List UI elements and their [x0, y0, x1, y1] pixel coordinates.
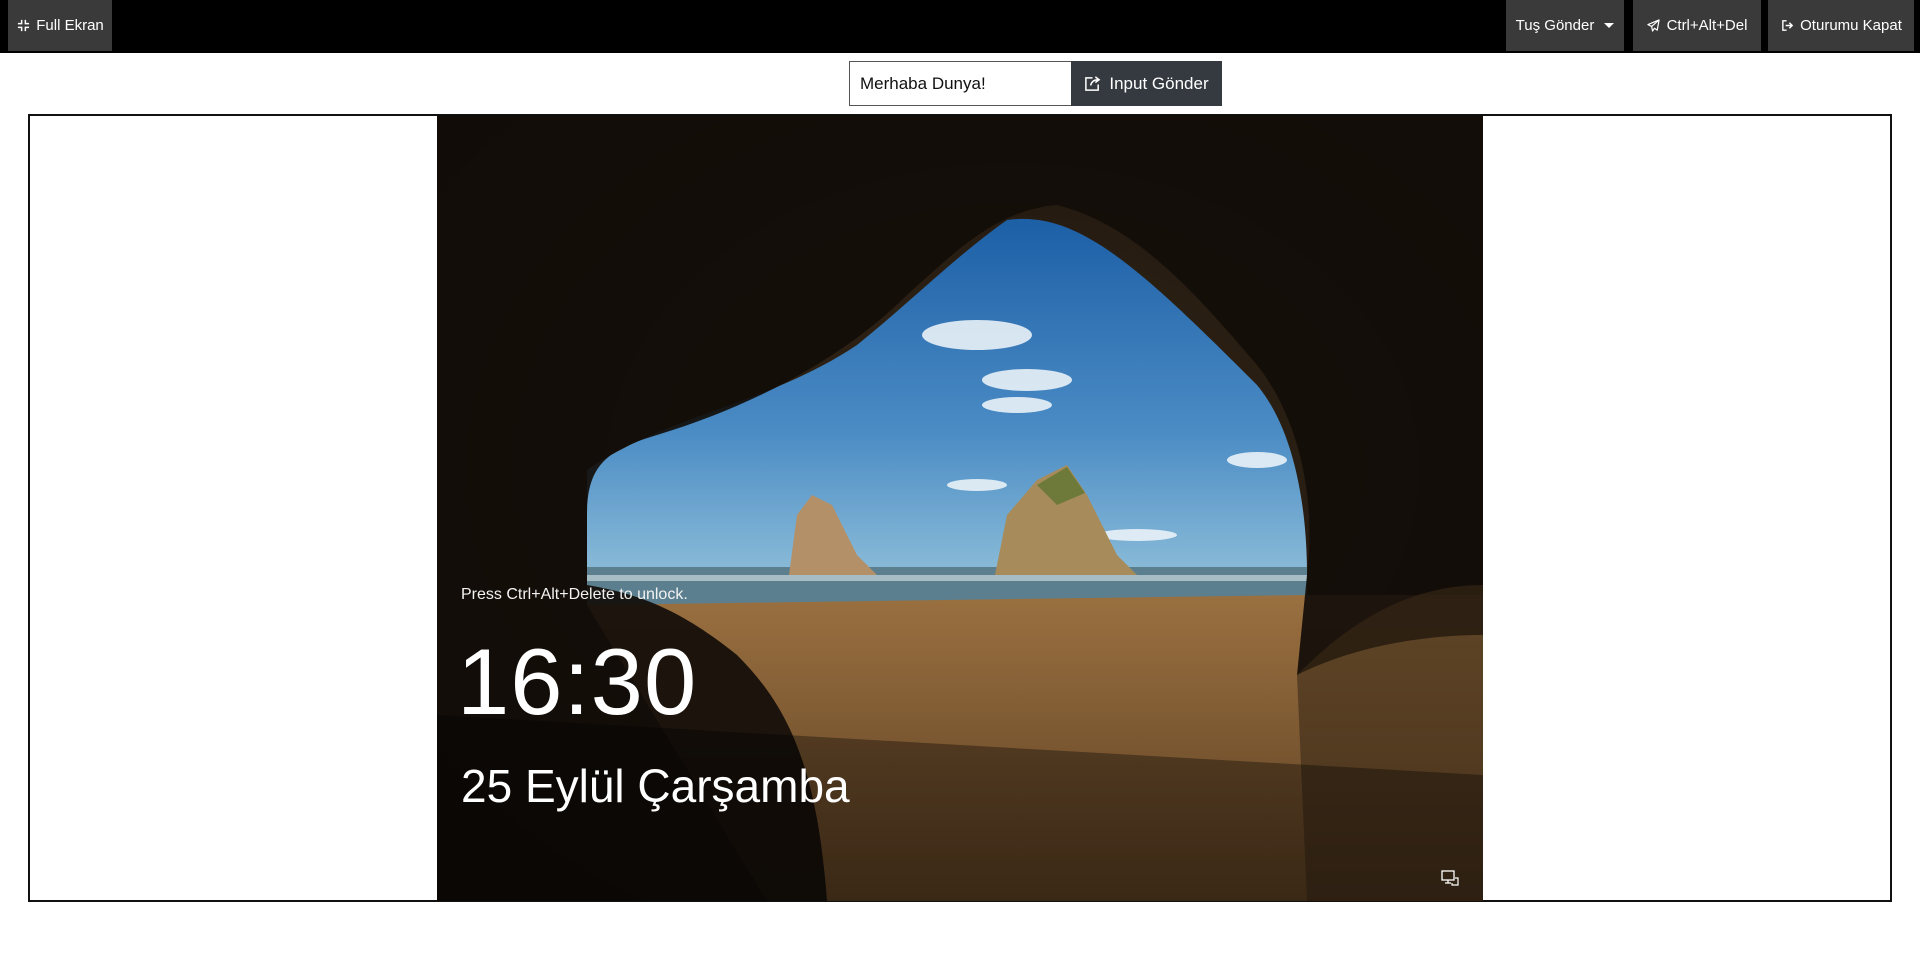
caret-down-icon — [1604, 23, 1615, 28]
sign-out-icon — [1780, 19, 1794, 33]
text-input-group: Input Gönder — [849, 61, 1222, 106]
send-keys-label: Tuş Gönder — [1515, 17, 1595, 34]
lockscreen-date: 25 Eylül Çarşamba — [461, 760, 850, 812]
ctrl-alt-del-label: Ctrl+Alt+Del — [1666, 17, 1748, 34]
send-input-button[interactable]: Input Gönder — [1071, 61, 1222, 106]
send-keys-dropdown[interactable]: Tuş Gönder — [1506, 0, 1624, 51]
send-input-label: Input Gönder — [1109, 73, 1209, 93]
compress-icon — [16, 19, 30, 33]
network-monitor-icon[interactable] — [1441, 870, 1459, 886]
paper-plane-icon — [1647, 19, 1661, 33]
top-toolbar: Full Ekran Tuş Gönder Ctrl+Alt+Del Oturu… — [0, 0, 1920, 53]
share-square-icon — [1085, 76, 1101, 91]
unlock-hint-text: Press Ctrl+Alt+Delete to unlock. — [461, 586, 688, 603]
logout-label: Oturumu Kapat — [1800, 17, 1902, 34]
ctrl-alt-del-button[interactable]: Ctrl+Alt+Del — [1633, 0, 1761, 51]
fullscreen-button[interactable]: Full Ekran — [8, 0, 112, 51]
lockscreen-time: 16:30 — [457, 629, 698, 734]
logout-button[interactable]: Oturumu Kapat — [1768, 0, 1914, 51]
remote-desktop-canvas[interactable]: Press Ctrl+Alt+Delete to unlock. 16:30 2… — [437, 115, 1483, 901]
text-input-field[interactable] — [849, 61, 1071, 106]
fullscreen-label: Full Ekran — [36, 17, 104, 34]
